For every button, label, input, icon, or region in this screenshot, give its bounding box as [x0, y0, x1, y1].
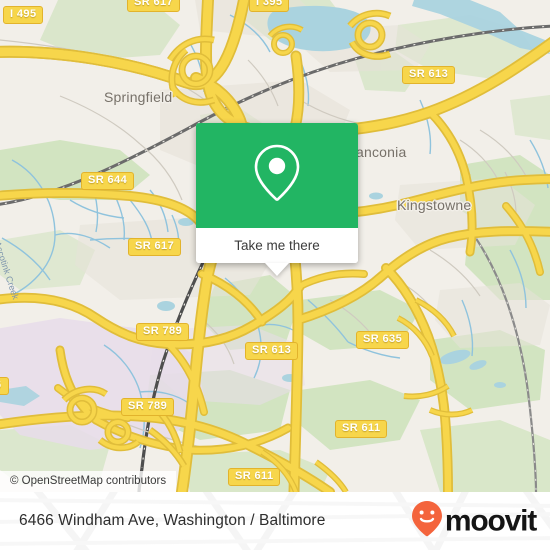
map-pin-icon — [249, 142, 305, 209]
moovit-logo[interactable]: moovit — [410, 500, 537, 543]
moovit-wordmark: moovit — [444, 504, 537, 537]
card-pin-area — [196, 123, 358, 228]
bottom-info-bar: 6466 Windham Ave, Washington / Baltimore… — [0, 492, 550, 550]
address-text: 6466 Windham Ave, Washington / Baltimore — [19, 512, 326, 529]
moovit-map-screenshot: Springfield anconia Kingstowne Accotink … — [0, 0, 550, 550]
card-pointer-tail — [265, 263, 289, 276]
take-me-there-card[interactable]: Take me there — [196, 123, 358, 276]
take-me-there-label[interactable]: Take me there — [196, 228, 358, 263]
openstreetmap-attribution[interactable]: © OpenStreetMap contributors — [0, 471, 177, 492]
moovit-pin-smiley-icon — [410, 500, 444, 543]
